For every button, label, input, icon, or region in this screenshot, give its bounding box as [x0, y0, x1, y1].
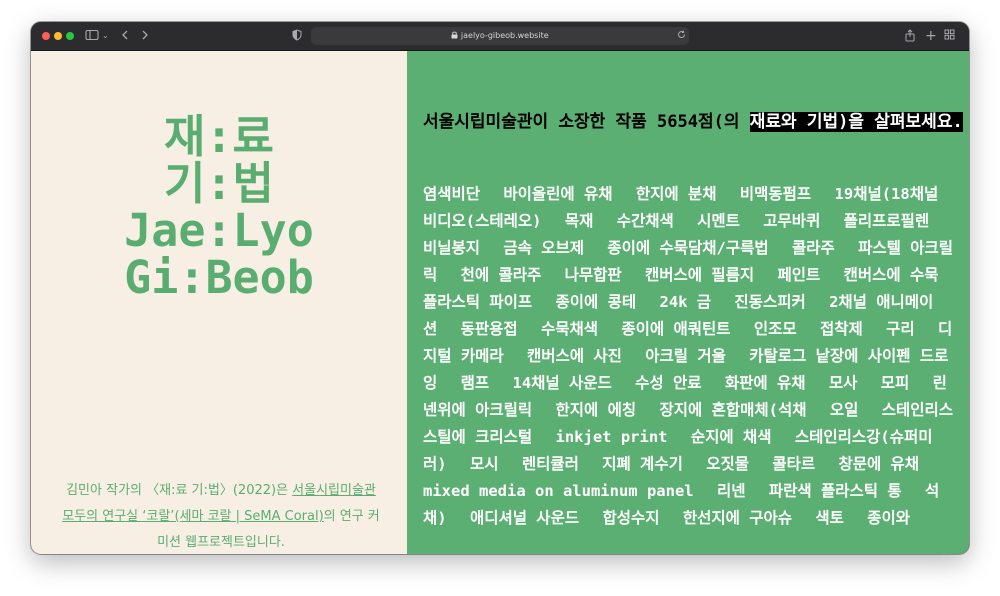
material-item[interactable]: 인조모 [754, 320, 797, 338]
right-panel: 서울시립미술관이 소장한 작품 5654점(의 재료와 기법)을 살펴보세요. … [407, 51, 969, 554]
material-item[interactable]: 종이와 [867, 509, 910, 527]
material-item[interactable]: 시멘트 [697, 212, 740, 230]
material-item[interactable]: 플라스틱 파이프 [423, 293, 532, 311]
title-line: 기:법 [164, 157, 274, 210]
material-item[interactable]: 목재 [565, 212, 594, 230]
material-item[interactable]: 한지에 에칭 [556, 401, 637, 419]
material-item[interactable]: 캔버스에 수묵 [844, 266, 939, 284]
material-item[interactable]: 수간채색 [617, 212, 674, 230]
material-item[interactable]: 한선지에 구아슈 [683, 509, 792, 527]
address-bar[interactable]: jaelyo-gibeob.website [311, 27, 689, 45]
minimize-window-button[interactable] [54, 32, 62, 40]
material-item[interactable]: 나무합판 [565, 266, 622, 284]
material-item[interactable]: 콜타르 [772, 455, 815, 473]
material-item[interactable]: inkjet print [556, 428, 668, 446]
material-item[interactable]: 합성수지 [602, 509, 659, 527]
material-item[interactable]: 장지에 혼합매체(석채 [659, 401, 806, 419]
lock-icon [451, 31, 461, 40]
zoom-window-button[interactable] [66, 32, 74, 40]
material-item[interactable]: 애디셔널 사운드 [470, 509, 579, 527]
headline-highlight[interactable]: 재료와 기법)을 살펴보세요. [749, 112, 963, 132]
material-item[interactable]: 한지에 분채 [636, 185, 717, 203]
material-item[interactable]: 접착제 [820, 320, 863, 338]
material-item[interactable]: 14채널 사운드 [512, 374, 611, 392]
title-line: Jae:Lyo [124, 204, 314, 257]
material-item[interactable]: 천에 콜라주 [461, 266, 542, 284]
reload-icon[interactable] [677, 29, 686, 43]
material-item[interactable]: 동판용접 [461, 320, 518, 338]
material-item[interactable]: 콜라주 [792, 239, 835, 257]
material-item[interactable]: 금속 오브제 [503, 239, 584, 257]
back-icon[interactable] [121, 29, 129, 43]
material-item[interactable]: 색토 [815, 509, 844, 527]
title-line: Gi:Beob [124, 251, 314, 304]
forward-icon[interactable] [141, 29, 149, 43]
left-panel: 재:료 기:법 Jae:Lyo Gi:Beob 김민아 작가의 〈재:료 기:법… [31, 51, 407, 554]
material-item[interactable]: 비맥동펌프 [740, 185, 811, 203]
material-item[interactable]: 오짓물 [706, 455, 749, 473]
material-item[interactable]: 오일 [830, 401, 859, 419]
site-title: 재:료 기:법 Jae:Lyo Gi:Beob [31, 113, 407, 301]
material-item[interactable]: 캔버스에 필름지 [645, 266, 754, 284]
material-item[interactable]: 폴리프로필렌 [844, 212, 930, 230]
material-item[interactable]: 리넨 [717, 482, 746, 500]
project-description: 김민아 작가의 〈재:료 기:법〉(2022)은 서울시립미술관 모두의 연구실… [61, 478, 381, 554]
material-item[interactable]: 렌티큘러 [522, 455, 579, 473]
material-item[interactable]: 모피 [881, 374, 910, 392]
material-item[interactable]: 파란색 플라스틱 통 [769, 482, 902, 500]
address-text[interactable]: jaelyo-gibeob.website [311, 29, 689, 43]
tab-overview-icon[interactable] [944, 29, 955, 43]
material-item[interactable]: 수묵채색 [541, 320, 598, 338]
material-item[interactable]: 수성 안료 [635, 374, 701, 392]
material-item[interactable]: 종이에 애쿼틴트 [621, 320, 730, 338]
material-item[interactable]: 화판에 유채 [725, 374, 806, 392]
material-item[interactable]: 페인트 [777, 266, 820, 284]
material-item[interactable]: 진동스피커 [734, 293, 805, 311]
material-item[interactable]: 바이올린에 유채 [503, 185, 612, 203]
browser-titlebar: ⌄ jaelyo-gibeob.website + [31, 22, 969, 51]
headline-text: 서울시립미술관이 소장한 작품 5654점(의 [423, 112, 750, 132]
material-item[interactable]: 램프 [461, 374, 490, 392]
material-item[interactable]: 순지에 채색 [691, 428, 772, 446]
material-item[interactable]: 구리 [886, 320, 915, 338]
chevron-down-icon[interactable]: ⌄ [102, 29, 109, 43]
browser-window: ⌄ jaelyo-gibeob.website + 재:료 기:법 Jae:Ly… [31, 22, 969, 554]
url-label: jaelyo-gibeob.website [460, 31, 549, 40]
material-item[interactable]: 염색비단 [423, 185, 480, 203]
material-item[interactable]: 아크릴 거울 [645, 347, 726, 365]
material-item[interactable]: 24k 금 [659, 293, 711, 311]
material-item[interactable]: 종이에 수묵담채/구륵법 [607, 239, 768, 257]
material-item[interactable]: 캔버스에 사진 [527, 347, 622, 365]
headline: 서울시립미술관이 소장한 작품 5654점(의 재료와 기법)을 살펴보세요. [423, 109, 963, 135]
title-line: 재:료 [164, 110, 274, 163]
material-item[interactable]: 모사 [829, 374, 858, 392]
material-item[interactable]: 창문에 유채 [838, 455, 919, 473]
new-tab-icon[interactable]: + [925, 29, 937, 43]
material-item[interactable]: 지폐 계수기 [602, 455, 683, 473]
material-item[interactable]: 종이에 콩테 [556, 293, 637, 311]
material-item[interactable]: 비닐봉지 [423, 239, 480, 257]
close-window-button[interactable] [42, 32, 50, 40]
share-icon[interactable] [905, 29, 915, 43]
material-item[interactable]: 모시 [470, 455, 499, 473]
material-item[interactable]: mixed media on aluminum panel [423, 482, 694, 500]
material-item[interactable]: 고무바퀴 [763, 212, 820, 230]
materials-list: 염색비단 바이올린에 유채 한지에 분채 비맥동펌프 19채널(18채널 비디오… [423, 181, 959, 532]
privacy-shield-icon[interactable] [292, 29, 302, 43]
description-text: 김민아 작가의 〈재:료 기:법〉(2022)은 [66, 483, 293, 498]
page-content: 재:료 기:법 Jae:Lyo Gi:Beob 김민아 작가의 〈재:료 기:법… [31, 51, 969, 554]
sidebar-toggle-icon[interactable] [85, 29, 99, 43]
